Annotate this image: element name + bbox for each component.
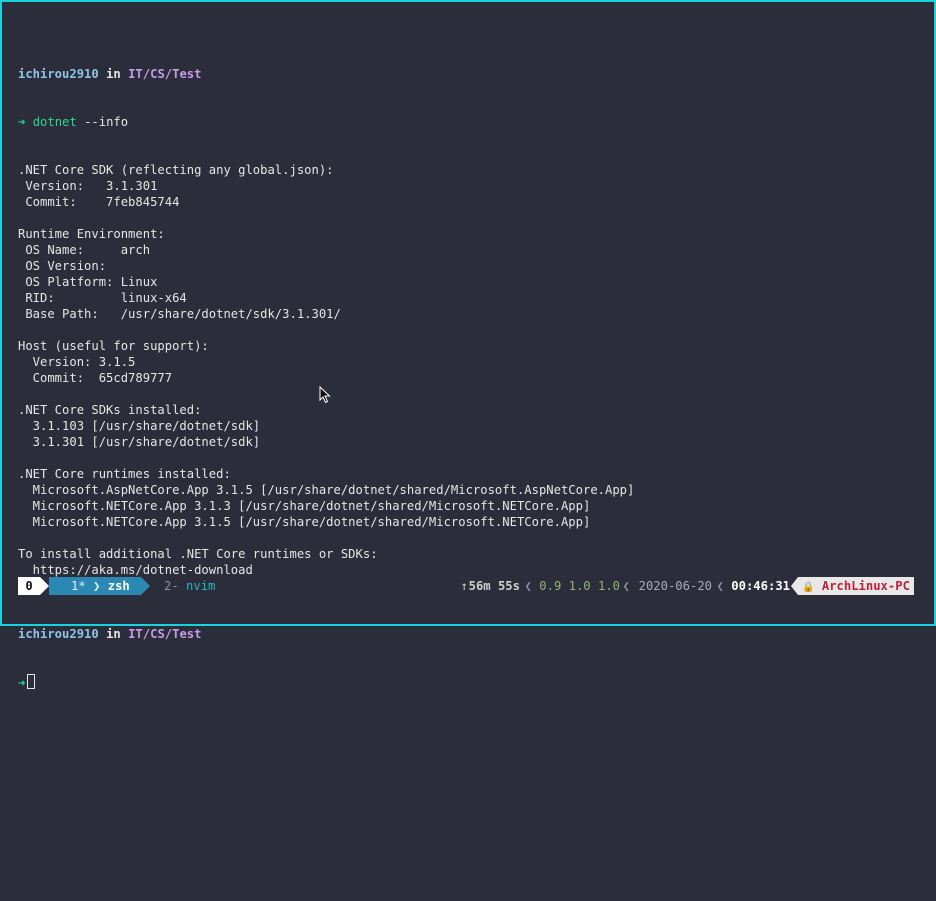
prompt-arrow-icon: ➜: [18, 115, 26, 129]
output-line: Version: 3.1.5: [18, 355, 136, 369]
output-line: Commit: 65cd789777: [18, 371, 173, 385]
output-line: OS Platform: Linux: [18, 275, 158, 289]
command-line: ➜ dotnet --info: [18, 114, 634, 130]
output-line: 3.1.103 [/usr/share/dotnet/sdk]: [18, 419, 261, 433]
output-line: 3.1.301 [/usr/share/dotnet/sdk]: [18, 435, 261, 449]
prompt-in: in: [106, 627, 121, 641]
output-line: Host (useful for support):: [18, 339, 209, 353]
hostname: ArchLinux-PC: [821, 579, 910, 593]
output-line: Runtime Environment:: [18, 227, 165, 241]
prompt-user: ichirou2910: [18, 67, 99, 81]
command-args: --info: [84, 115, 129, 129]
status-date: 2020-06-20: [638, 579, 712, 593]
lock-icon: 🔒: [802, 582, 815, 593]
command-program: dotnet: [32, 115, 77, 129]
uptime-arrow-icon: ↑: [460, 579, 468, 593]
output-line: https://aka.ms/dotnet-download: [18, 563, 253, 577]
powerline-separator-icon: [40, 577, 49, 595]
input-line[interactable]: ➜: [18, 674, 634, 690]
output-line: RID: linux-x64: [18, 291, 187, 305]
window-name: zsh: [107, 579, 130, 593]
output-line: To install additional .NET Core runtimes…: [18, 547, 378, 561]
prompt-path: IT/CS/Test: [128, 67, 202, 81]
output-line: Version: 3.1.301: [18, 179, 158, 193]
prompt-line: ichirou2910 in IT/CS/Test: [18, 626, 634, 642]
hostname-badge: 🔒 ArchLinux-PC: [798, 577, 914, 595]
output-line: Base Path: /usr/share/dotnet/sdk/3.1.301…: [18, 307, 341, 321]
window-index: 1*: [71, 579, 86, 593]
powerline-separator-icon: [791, 577, 798, 595]
load-average: 0.9 1.0 1.0: [539, 579, 620, 593]
output-line: Microsoft.AspNetCore.App 3.1.5 [/usr/sha…: [18, 483, 635, 497]
output-line: Commit: 7feb845744: [18, 195, 180, 209]
window-tab-nvim[interactable]: 2- nvim: [164, 577, 215, 595]
mouse-pointer-icon: [319, 386, 331, 404]
chevron-right-icon: ❯: [93, 579, 101, 593]
command-output: .NET Core SDK (reflecting any global.jso…: [18, 162, 634, 594]
tmux-status-bar: 0 1* ❯ zsh 2- nvim ↑ 56m 55s ❮ 0.9 1.0 1…: [18, 577, 914, 595]
output-line: OS Name: arch: [18, 243, 151, 257]
prompt-line: ichirou2910 in IT/CS/Test: [18, 66, 634, 82]
status-time: 00:46:31: [731, 579, 790, 593]
output-line: .NET Core SDKs installed:: [18, 403, 202, 417]
prompt-path: IT/CS/Test: [128, 627, 202, 641]
session-index[interactable]: 0: [18, 577, 40, 595]
chevron-left-icon: ❮: [524, 579, 532, 593]
output-line: Microsoft.NETCore.App 3.1.5 [/usr/share/…: [18, 515, 591, 529]
output-line: .NET Core SDK (reflecting any global.jso…: [18, 163, 334, 177]
chevron-left-icon: ❮: [622, 579, 630, 593]
window-name: nvim: [186, 579, 216, 593]
elapsed-time: 56m 55s: [468, 579, 520, 593]
output-line: OS Version:: [18, 259, 107, 273]
prompt-in: in: [106, 67, 121, 81]
window-index: 2-: [164, 579, 179, 593]
terminal-output[interactable]: ichirou2910 in IT/CS/Test ➜ dotnet --inf…: [18, 34, 634, 722]
output-line: .NET Core runtimes installed:: [18, 467, 231, 481]
chevron-left-icon: ❮: [716, 579, 724, 593]
powerline-separator-icon: [141, 577, 150, 595]
window-tab-zsh[interactable]: 1* ❯ zsh: [49, 577, 141, 595]
terminal-window[interactable]: ichirou2910 in IT/CS/Test ➜ dotnet --inf…: [0, 0, 936, 690]
output-line: Microsoft.NETCore.App 3.1.3 [/usr/share/…: [18, 499, 591, 513]
